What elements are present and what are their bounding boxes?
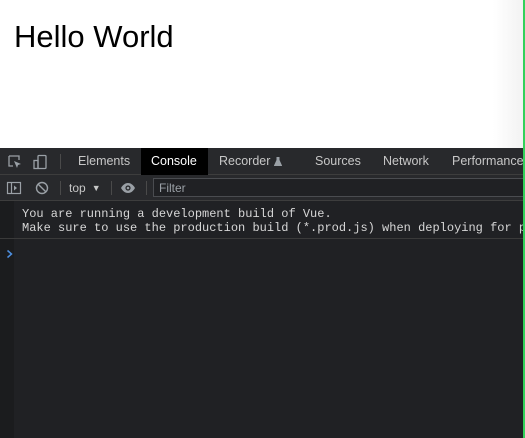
console-message: You are running a development build of V… <box>0 201 523 239</box>
tab-elements[interactable]: Elements <box>68 148 140 175</box>
page-viewport: Hello World <box>0 0 525 148</box>
toolbar-separator <box>146 181 147 195</box>
dropdown-caret-icon: ▼ <box>91 183 101 193</box>
toolbar-separator <box>60 181 61 195</box>
screen: Hello World Elements Console Recorder So… <box>0 0 525 438</box>
tab-recorder[interactable]: Recorder <box>209 148 292 175</box>
page-heading: Hello World <box>14 19 174 54</box>
console-output[interactable]: You are running a development build of V… <box>0 201 523 438</box>
tab-recorder-label: Recorder <box>219 154 271 168</box>
toolbar-separator <box>111 181 112 195</box>
devtools-panel: Elements Console Recorder Sources Networ… <box>0 148 523 438</box>
tab-network[interactable]: Network <box>373 148 439 175</box>
eye-icon[interactable] <box>120 180 136 196</box>
console-toolbar: top ▼ <box>0 175 523 201</box>
clear-console-icon[interactable] <box>34 180 50 196</box>
tab-sources[interactable]: Sources <box>305 148 371 175</box>
viewport-shade <box>493 0 523 148</box>
console-prompt-icon[interactable] <box>6 246 14 259</box>
filter-input[interactable] <box>153 178 523 197</box>
sidebar-toggle-icon[interactable] <box>6 180 22 196</box>
devtools-tabbar: Elements Console Recorder Sources Networ… <box>0 148 523 175</box>
console-message-line: Make sure to use the production build (*… <box>22 221 523 235</box>
experiment-flask-icon <box>274 149 283 166</box>
context-selector[interactable]: top ▼ <box>69 175 101 201</box>
console-message-line: You are running a development build of V… <box>22 207 332 221</box>
tabbar-separator <box>60 154 61 169</box>
tab-console[interactable]: Console <box>141 148 208 175</box>
inspect-element-icon[interactable] <box>7 154 23 170</box>
tab-performance[interactable]: Performance <box>442 148 523 175</box>
device-toolbar-icon[interactable] <box>32 154 48 170</box>
context-selector-value: top <box>69 181 86 195</box>
